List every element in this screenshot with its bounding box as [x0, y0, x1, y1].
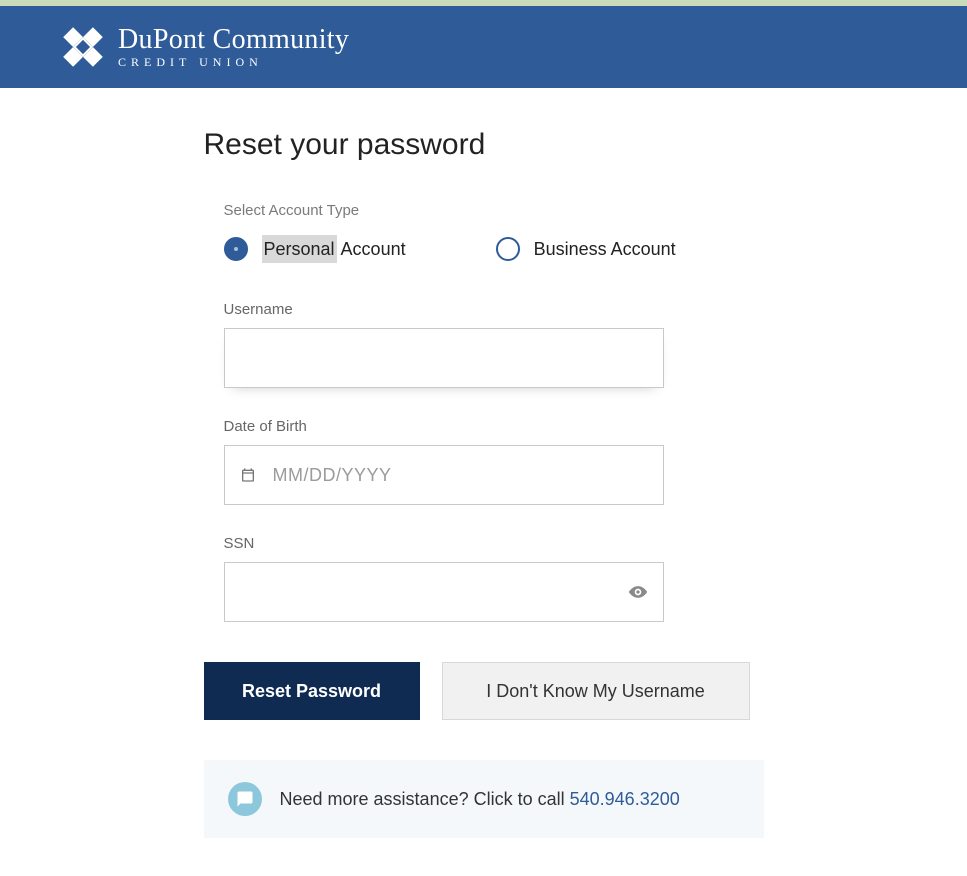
dob-label: Date of Birth: [224, 418, 664, 435]
username-label: Username: [224, 301, 664, 318]
unknown-username-button[interactable]: I Don't Know My Username: [442, 662, 750, 720]
chat-icon: [228, 782, 262, 816]
radio-business-account[interactable]: Business Account: [496, 237, 676, 261]
dob-input[interactable]: [224, 445, 664, 505]
page-title: Reset your password: [204, 128, 764, 162]
radio-selected-icon: [224, 237, 248, 261]
ssn-input[interactable]: [224, 562, 664, 622]
radio-business-label: Business Account: [534, 239, 676, 260]
radio-unselected-icon: [496, 237, 520, 261]
calendar-icon: [240, 467, 256, 483]
logo-icon: [53, 17, 112, 76]
brand-logo: DuPont Community CREDIT UNION: [62, 26, 349, 68]
assistance-phone-link[interactable]: 540.946.3200: [570, 789, 680, 809]
radio-personal-account[interactable]: Personal Account: [224, 237, 406, 261]
account-type-radios: Personal Account Business Account: [224, 237, 744, 261]
radio-personal-label: Personal Account: [262, 239, 406, 260]
header: DuPont Community CREDIT UNION: [0, 6, 967, 88]
logo-text: DuPont Community CREDIT UNION: [118, 26, 349, 68]
assistance-bar: Need more assistance? Click to call 540.…: [204, 760, 764, 838]
reset-password-button[interactable]: Reset Password: [204, 662, 420, 720]
brand-line1: DuPont Community: [118, 26, 349, 54]
username-input[interactable]: [224, 328, 664, 388]
account-type-label: Select Account Type: [224, 202, 744, 219]
assistance-text: Need more assistance? Click to call 540.…: [280, 789, 680, 810]
ssn-label: SSN: [224, 535, 664, 552]
eye-icon[interactable]: [628, 582, 648, 602]
brand-line2: CREDIT UNION: [118, 56, 349, 68]
